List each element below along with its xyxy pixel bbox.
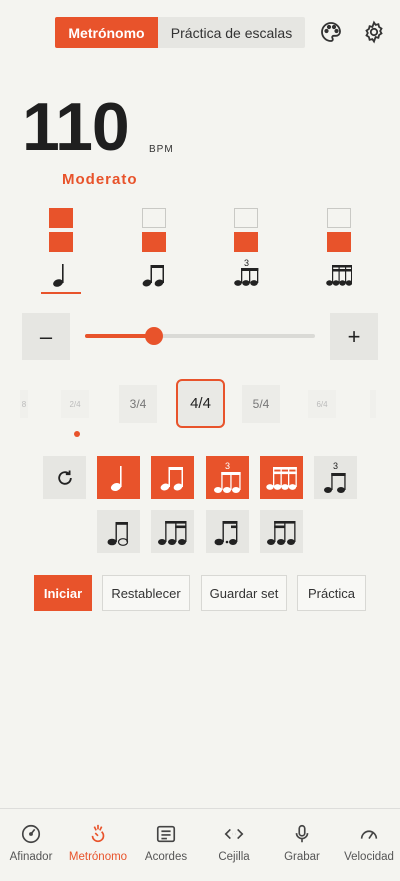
start-button[interactable]: Iniciar [34,575,92,611]
tempo-marking: Moderato [62,171,138,188]
triplet-notes-icon: 3 [213,461,241,493]
increase-tempo-button[interactable]: + [330,313,378,360]
time-signature-4-4[interactable]: 4/4 [176,379,225,428]
nav-metronome[interactable]: Metrónomo [65,823,131,863]
tuner-icon [21,824,41,844]
nav-capo[interactable]: Cejilla [201,823,267,863]
beat-1-accent[interactable] [49,208,73,228]
subdivision-sixteenths[interactable] [260,456,303,499]
subdivision-eighth-two-sixteenths[interactable] [151,510,194,553]
subdivision-two-sixteenths-eighth[interactable] [260,510,303,553]
capo-icon [224,828,244,840]
nav-record[interactable]: Grabar [269,823,335,863]
eighth-sixteenths-icon [157,520,186,545]
reset-button[interactable]: Restablecer [102,575,190,611]
time-signature-5-4[interactable]: 5/4 [242,385,280,423]
time-signature-partial[interactable]: 8 [20,390,28,418]
bpm-unit: BPM [149,144,174,155]
svg-text:3: 3 [333,461,338,471]
time-signature-3-4[interactable]: 3/4 [119,385,157,423]
beat-1[interactable] [49,208,73,256]
eighth-notes-icon [160,466,183,490]
tempo-slider-fill [85,334,154,338]
eighth-notes-icon[interactable] [142,262,166,288]
nav-tuner[interactable]: Afinador [0,823,64,863]
subdivision-dotted-eighth[interactable] [206,510,249,553]
beat-2-accent[interactable] [142,208,166,228]
tab-metronome[interactable]: Metrónomo [55,17,158,48]
bottom-navigation: Afinador Metrónomo Acordes Cejilla Graba… [0,808,400,881]
nav-chords[interactable]: Acordes [133,823,199,863]
beat-3[interactable] [234,208,258,256]
quarter-note-icon [110,465,122,491]
beat-2-normal[interactable] [142,232,166,252]
quarter-note-icon[interactable] [52,262,70,288]
beat-3-accent[interactable] [234,208,258,228]
triplet-variant-icon: 3 [323,461,346,493]
subdivision-eighths[interactable] [151,456,194,499]
subdivision-triplet-rest[interactable]: 3 [314,456,357,499]
triplet-notes-icon[interactable]: 3 [234,258,260,288]
time-signature-indicator [74,431,80,437]
subdivision-triplet[interactable]: 3 [206,456,249,499]
chords-icon [156,825,176,843]
palette-icon[interactable] [319,20,343,44]
speed-icon [360,830,378,840]
time-signature-6-4[interactable]: 6/4 [308,390,336,418]
beat-4-accent[interactable] [327,208,351,228]
nav-speed[interactable]: Velocidad [336,823,400,863]
dotted-eighth-icon [214,520,237,545]
tab-scale-practice[interactable]: Práctica de escalas [158,17,305,48]
svg-text:3: 3 [225,461,230,471]
beat-4-normal[interactable] [327,232,351,252]
subdivision-rest-eighth[interactable] [97,510,140,553]
microphone-icon [295,824,309,843]
sixteenths-eighth-icon [266,520,295,545]
beat-2[interactable] [142,208,166,256]
subdivision-quarter[interactable] [97,456,140,499]
save-set-button[interactable]: Guardar set [201,575,287,611]
bpm-value: 110 [22,89,130,165]
practice-button[interactable]: Práctica [297,575,366,611]
beat-1-normal[interactable] [49,232,73,252]
time-signature-2-4[interactable]: 2/4 [61,390,89,418]
tempo-slider-thumb[interactable] [145,327,163,345]
sixteenth-notes-icon[interactable] [326,262,352,288]
selected-beat-indicator [41,292,81,294]
refresh-icon [57,470,72,485]
reset-subdivision-button[interactable] [43,456,86,499]
metronome-icon [91,824,105,843]
time-signature-partial-right[interactable] [370,390,376,418]
decrease-tempo-button[interactable]: – [22,313,70,360]
beat-4[interactable] [327,208,351,256]
triplet-badge: 3 [244,258,249,268]
sixteenth-notes-icon [265,466,297,490]
gear-icon[interactable] [362,20,386,44]
rest-eighth-icon [107,521,128,546]
beat-3-normal[interactable] [234,232,258,252]
